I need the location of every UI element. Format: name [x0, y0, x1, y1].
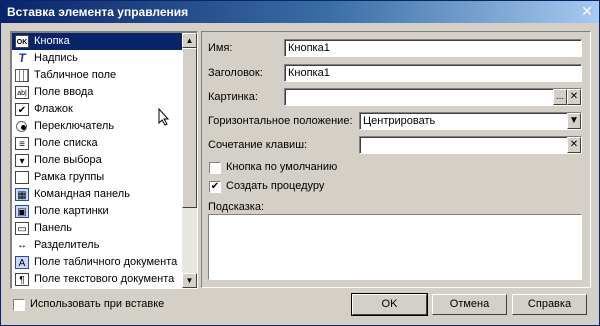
controls-list-items: OK Кнопка T Надпись Табличное поле ab| Поле вв… — [12, 33, 182, 288]
picture-field[interactable]: ... ✕ — [284, 88, 582, 106]
dialog-title: Вставка элемента управления — [7, 5, 189, 19]
list-item[interactable]: ↔ Разделитель — [12, 237, 182, 254]
input-field-icon: ab| — [15, 86, 29, 99]
list-item[interactable]: A Поле табличного документа — [12, 254, 182, 271]
table-field-icon — [15, 69, 29, 82]
shortcut-label: Сочетание клавиш: — [208, 139, 308, 151]
controls-list[interactable]: OK Кнопка T Надпись Табличное поле ab| Поле вв… — [10, 31, 198, 289]
list-item-label: Поле ввода — [34, 86, 94, 98]
list-item-label: Табличное поле — [34, 69, 117, 81]
list-scrollbar[interactable]: ▲ ▼ — [182, 33, 197, 288]
list-item[interactable]: ab| Поле ввода — [12, 84, 182, 101]
picture-clear-icon[interactable]: ✕ — [567, 89, 581, 105]
list-item-label: Переключатель — [34, 120, 115, 132]
use-on-insert-checkbox[interactable] — [13, 299, 25, 311]
caption-label: Заголовок: — [208, 67, 263, 79]
list-item-label: Поле текстового документа — [34, 273, 175, 285]
name-label: Имя: — [208, 42, 233, 54]
list-item[interactable]: ▦ Командная панель — [12, 186, 182, 203]
panel-icon: ▭ — [15, 222, 29, 235]
list-item-label: Поле картинки — [34, 205, 109, 217]
list-item-label: Кнопка — [34, 35, 70, 47]
picture-select-button[interactable]: ... — [553, 89, 567, 105]
list-item[interactable]: Переключатель — [12, 118, 182, 135]
scroll-thumb[interactable] — [182, 48, 197, 208]
list-item[interactable]: ✔ Флажок — [12, 101, 182, 118]
text-document-field-icon: ¶ — [15, 273, 29, 286]
create-procedure-checkbox[interactable]: ✔ — [209, 181, 221, 193]
list-item-label: Разделитель — [34, 239, 100, 251]
shortcut-clear-icon[interactable]: ✕ — [567, 137, 581, 153]
close-icon[interactable]: ✕ — [579, 3, 595, 19]
halign-select[interactable]: Центрировать ▼ — [359, 112, 582, 130]
mouse-cursor-icon — [158, 108, 170, 126]
list-item[interactable]: ▭ Панель — [12, 220, 182, 237]
list-item[interactable]: ▾ Поле выбора — [12, 152, 182, 169]
title-bar[interactable]: Вставка элемента управления ✕ — [1, 1, 599, 23]
ok-button[interactable]: OK — [351, 293, 428, 316]
list-item-label: Панель — [34, 222, 73, 234]
chevron-down-icon[interactable]: ▼ — [567, 113, 581, 129]
command-panel-icon: ▦ — [15, 188, 29, 201]
list-item[interactable]: OK Кнопка — [12, 33, 182, 50]
button-icon: OK — [15, 35, 29, 48]
list-item[interactable]: ▣ Поле картинки — [12, 203, 182, 220]
list-item-label: Рамка группы — [34, 171, 105, 183]
create-procedure-check-icon: ✔ — [210, 181, 220, 192]
hint-label: Подсказка: — [208, 201, 265, 213]
list-item-label: Флажок — [34, 103, 73, 115]
group-frame-icon — [15, 171, 29, 184]
label-icon: T — [18, 51, 26, 65]
spreadsheet-field-icon: A — [15, 256, 29, 269]
list-item[interactable]: ¶ Поле текстового документа — [12, 271, 182, 288]
list-item-label: Командная панель — [34, 188, 130, 200]
default-button-checkbox[interactable] — [209, 162, 221, 174]
name-field[interactable]: Кнопка1 — [284, 39, 582, 57]
list-item-label: Надпись — [34, 52, 78, 64]
picture-field-icon: ▣ — [15, 205, 29, 218]
combo-field-icon: ▾ — [15, 154, 29, 167]
list-field-icon: ≡ — [15, 137, 29, 150]
insert-control-dialog: Вставка элемента управления ✕ OK Кнопка T Н… — [0, 0, 600, 326]
scroll-down-button[interactable]: ▼ — [182, 273, 197, 288]
radio-icon — [16, 121, 27, 132]
list-item[interactable]: T Надпись — [12, 50, 182, 67]
list-item-label: Поле выбора — [34, 154, 102, 166]
list-item[interactable]: ≡ Поле списка — [12, 135, 182, 152]
properties-panel: Имя: Кнопка1 Заголовок: Кнопка1 Картинка… — [201, 31, 591, 288]
splitter-icon: ↔ — [17, 240, 27, 251]
create-procedure-label[interactable]: Создать процедуру — [226, 180, 324, 192]
checkbox-icon: ✔ — [15, 103, 29, 116]
cancel-button[interactable]: Отмена — [432, 294, 507, 315]
list-item-label: Поле списка — [34, 137, 98, 149]
scroll-up-button[interactable]: ▲ — [182, 33, 197, 48]
picture-label: Картинка: — [208, 91, 258, 103]
default-button-label[interactable]: Кнопка по умолчанию — [226, 161, 337, 173]
list-item[interactable]: Табличное поле — [12, 67, 182, 84]
halign-label: Горизонтальное положение: — [208, 115, 353, 127]
hint-textarea[interactable] — [208, 214, 582, 280]
shortcut-field[interactable]: ✕ — [359, 136, 582, 154]
list-item[interactable]: Рамка группы — [12, 169, 182, 186]
caption-field[interactable]: Кнопка1 — [284, 64, 582, 82]
use-on-insert-label[interactable]: Использовать при вставке — [30, 298, 164, 310]
help-button[interactable]: Справка — [512, 294, 587, 315]
halign-value: Центрировать — [363, 115, 436, 127]
list-item-label: Поле табличного документа — [34, 256, 178, 268]
